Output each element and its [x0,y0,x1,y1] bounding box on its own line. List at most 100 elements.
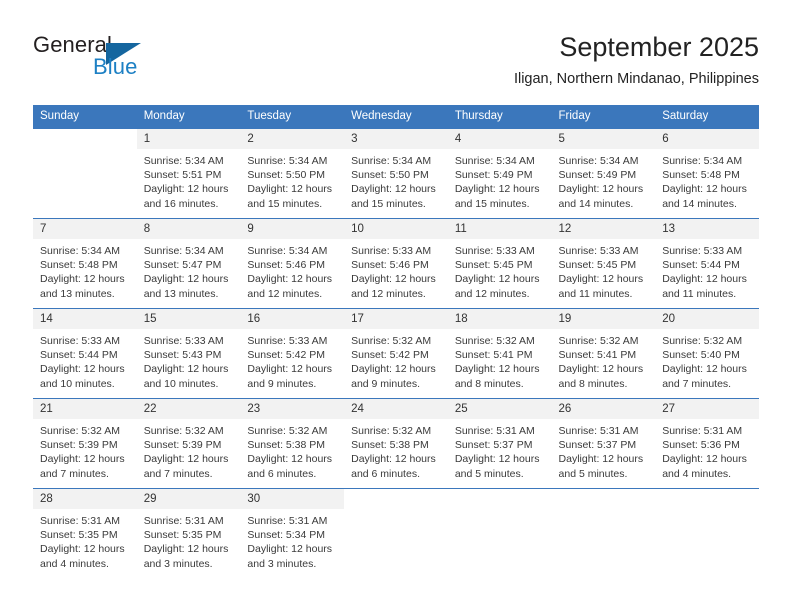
daylight-text-line1: Daylight: 12 hours [247,183,333,196]
weekday-header-friday: Friday [551,105,656,129]
day-details: Sunrise: 5:32 AM Sunset: 5:41 PM Daylight:… [552,329,656,391]
daylight-text-line2: and 10 minutes. [143,377,219,390]
day-details: Sunrise: 5:33 AM Sunset: 5:42 PM Daylight:… [240,329,344,391]
calendar-day-cell[interactable]: 13 Sunrise: 5:33 AM Sunset: 5:44 PM Dayligh… [655,218,759,309]
day-cell-inner: 19 Sunrise: 5:32 AM Sunset: 5:41 PM Dayligh… [551,309,656,398]
day-cell-inner: 15 Sunrise: 5:33 AM Sunset: 5:43 PM Dayligh… [136,309,241,398]
daylight-text-line2: and 3 minutes. [247,557,317,570]
sunrise-text: Sunrise: 5:31 AM [662,425,743,437]
day-details: Sunrise: 5:34 AM Sunset: 5:50 PM Daylight:… [240,149,344,211]
calendar-day-cell[interactable]: 17 Sunrise: 5:32 AM Sunset: 5:42 PM Dayligh… [344,308,448,399]
calendar-day-cell[interactable]: 12 Sunrise: 5:33 AM Sunset: 5:45 PM Dayligh… [551,218,656,309]
day-details: Sunrise: 5:31 AM Sunset: 5:35 PM Daylight:… [137,509,241,571]
calendar-day-cell[interactable]: 11 Sunrise: 5:33 AM Sunset: 5:45 PM Dayligh… [447,218,552,309]
sunrise-text: Sunrise: 5:34 AM [454,155,535,167]
day-cell-inner: 14 Sunrise: 5:33 AM Sunset: 5:44 PM Dayligh… [33,309,137,398]
day-number: 24 [344,399,448,419]
calendar-day-cell[interactable]: 28 Sunrise: 5:31 AM Sunset: 5:35 PM Dayligh… [33,488,137,579]
sunrise-text: Sunrise: 5:32 AM [351,335,432,347]
day-details: Sunrise: 5:32 AM Sunset: 5:39 PM Daylight:… [33,419,137,481]
daylight-text-line2: and 13 minutes. [40,287,115,300]
calendar-page: General Blue September 2025 Iligan, Nort… [0,0,792,612]
calendar-day-cell[interactable]: 25 Sunrise: 5:31 AM Sunset: 5:37 PM Dayligh… [447,398,552,489]
sunset-text: Sunset: 5:36 PM [662,439,740,452]
calendar-day-cell[interactable]: 2 Sunrise: 5:34 AM Sunset: 5:50 PM Daylight… [240,128,345,219]
day-cell-inner: 13 Sunrise: 5:33 AM Sunset: 5:44 PM Dayligh… [655,219,759,308]
sunrise-text: Sunrise: 5:33 AM [558,245,639,257]
calendar-day-cell[interactable]: 24 Sunrise: 5:32 AM Sunset: 5:38 PM Dayligh… [344,398,448,489]
sunrise-text: Sunrise: 5:31 AM [454,425,535,437]
day-details: Sunrise: 5:32 AM Sunset: 5:39 PM Daylight:… [137,419,241,481]
calendar-day-cell[interactable]: 20 Sunrise: 5:32 AM Sunset: 5:40 PM Dayligh… [655,308,759,399]
day-cell-inner [655,489,759,579]
day-cell-inner: 3 Sunrise: 5:34 AM Sunset: 5:50 PM Daylight… [344,129,448,218]
day-number: 20 [655,309,759,329]
sunrise-text: Sunrise: 5:34 AM [351,155,432,167]
calendar-day-cell[interactable]: 26 Sunrise: 5:31 AM Sunset: 5:37 PM Dayligh… [551,398,656,489]
calendar-day-cell[interactable]: 14 Sunrise: 5:33 AM Sunset: 5:44 PM Dayligh… [33,308,137,399]
calendar-day-cell[interactable]: 15 Sunrise: 5:33 AM Sunset: 5:43 PM Dayligh… [136,308,241,399]
day-details: Sunrise: 5:31 AM Sunset: 5:37 PM Daylight:… [552,419,656,481]
calendar-day-cell[interactable]: 27 Sunrise: 5:31 AM Sunset: 5:36 PM Dayligh… [655,398,759,489]
calendar-day-cell[interactable]: 16 Sunrise: 5:33 AM Sunset: 5:42 PM Dayligh… [240,308,345,399]
calendar-day-cell[interactable]: 8 Sunrise: 5:34 AM Sunset: 5:47 PM Daylight… [136,218,241,309]
daylight-text-line2: and 9 minutes. [351,377,420,390]
day-cell-inner: 17 Sunrise: 5:32 AM Sunset: 5:42 PM Dayligh… [344,309,448,398]
sunset-text: Sunset: 5:49 PM [454,169,533,182]
sunrise-text: Sunrise: 5:32 AM [454,335,535,347]
calendar-day-cell[interactable]: 6 Sunrise: 5:34 AM Sunset: 5:48 PM Daylight… [655,128,759,219]
weekday-header-row: Sunday Monday Tuesday Wednesday Thursday… [33,105,759,129]
sunset-text: Sunset: 5:46 PM [351,259,429,272]
calendar-day-cell[interactable]: 18 Sunrise: 5:32 AM Sunset: 5:41 PM Dayligh… [447,308,552,399]
daylight-text-line2: and 11 minutes. [662,287,737,300]
day-number: 4 [447,129,552,149]
sunset-text: Sunset: 5:42 PM [351,349,429,362]
day-cell-inner: 25 Sunrise: 5:31 AM Sunset: 5:37 PM Dayligh… [447,399,552,488]
day-number: 5 [551,129,656,149]
day-details: Sunrise: 5:32 AM Sunset: 5:41 PM Daylight:… [448,329,552,391]
calendar-day-cell[interactable]: 19 Sunrise: 5:32 AM Sunset: 5:41 PM Dayligh… [551,308,656,399]
sunrise-text: Sunrise: 5:33 AM [40,335,120,347]
calendar-day-cell[interactable]: 5 Sunrise: 5:34 AM Sunset: 5:49 PM Daylight… [551,128,656,219]
daylight-text-line2: and 10 minutes. [40,377,115,390]
daylight-text-line1: Daylight: 12 hours [454,183,540,196]
calendar-day-cell[interactable]: 4 Sunrise: 5:34 AM Sunset: 5:49 PM Daylight… [447,128,552,219]
day-details: Sunrise: 5:34 AM Sunset: 5:51 PM Daylight:… [137,149,241,211]
day-number: 6 [655,129,759,149]
calendar-day-cell[interactable]: 30 Sunrise: 5:31 AM Sunset: 5:34 PM Dayligh… [240,488,345,579]
day-cell-inner: 9 Sunrise: 5:34 AM Sunset: 5:46 PM Daylight… [240,219,345,308]
daylight-text-line1: Daylight: 12 hours [662,453,747,466]
day-details: Sunrise: 5:31 AM Sunset: 5:35 PM Daylight:… [33,509,137,571]
daylight-text-line1: Daylight: 12 hours [351,183,436,196]
sunrise-text: Sunrise: 5:33 AM [351,245,432,257]
daylight-text-line1: Daylight: 12 hours [558,363,644,376]
calendar-day-cell[interactable]: 3 Sunrise: 5:34 AM Sunset: 5:50 PM Daylight… [344,128,448,219]
day-number: 14 [33,309,137,329]
day-cell-inner: 6 Sunrise: 5:34 AM Sunset: 5:48 PM Daylight… [655,129,759,218]
day-details: Sunrise: 5:33 AM Sunset: 5:44 PM Daylight:… [33,329,137,391]
daylight-text-line2: and 6 minutes. [351,467,420,480]
daylight-text-line1: Daylight: 12 hours [40,273,125,286]
daylight-text-line2: and 12 minutes. [454,287,530,300]
calendar-day-cell[interactable]: 7 Sunrise: 5:34 AM Sunset: 5:48 PM Daylight… [33,218,137,309]
daylight-text-line1: Daylight: 12 hours [351,363,436,376]
daylight-text-line2: and 11 minutes. [558,287,633,300]
daylight-text-line1: Daylight: 12 hours [247,453,333,466]
daylight-text-line1: Daylight: 12 hours [558,183,644,196]
calendar-day-cell[interactable]: 1 Sunrise: 5:34 AM Sunset: 5:51 PM Daylight… [136,128,241,219]
day-details: Sunrise: 5:32 AM Sunset: 5:40 PM Daylight:… [655,329,759,391]
sunrise-text: Sunrise: 5:33 AM [662,245,743,257]
calendar-day-cell[interactable]: 29 Sunrise: 5:31 AM Sunset: 5:35 PM Dayligh… [136,488,241,579]
sunset-text: Sunset: 5:35 PM [143,529,222,542]
calendar-day-cell[interactable]: 21 Sunrise: 5:32 AM Sunset: 5:39 PM Dayligh… [33,398,137,489]
calendar-day-cell[interactable]: 10 Sunrise: 5:33 AM Sunset: 5:46 PM Dayligh… [344,218,448,309]
calendar-day-cell[interactable]: 9 Sunrise: 5:34 AM Sunset: 5:46 PM Daylight… [240,218,345,309]
sunset-text: Sunset: 5:51 PM [143,169,222,182]
sunrise-text: Sunrise: 5:32 AM [662,335,743,347]
general-blue-logo[interactable]: General Blue [33,30,263,90]
day-cell-inner: 16 Sunrise: 5:33 AM Sunset: 5:42 PM Dayligh… [240,309,345,398]
calendar-day-cell[interactable]: 22 Sunrise: 5:32 AM Sunset: 5:39 PM Dayligh… [136,398,241,489]
calendar-day-cell[interactable]: 23 Sunrise: 5:32 AM Sunset: 5:38 PM Dayligh… [240,398,345,489]
day-cell-inner: 28 Sunrise: 5:31 AM Sunset: 5:35 PM Dayligh… [33,489,137,579]
day-details: Sunrise: 5:32 AM Sunset: 5:38 PM Daylight:… [240,419,344,481]
